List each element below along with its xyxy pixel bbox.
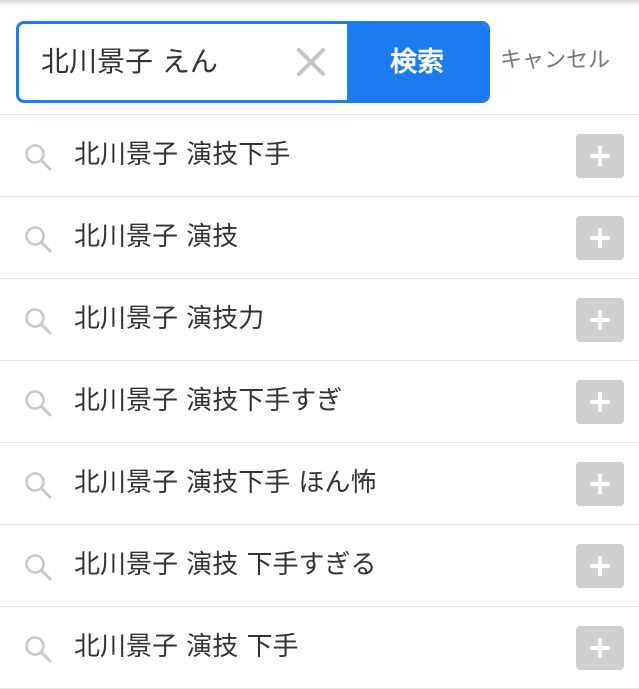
plus-icon	[590, 556, 610, 576]
suggestion-item[interactable]: 北川景子 演技下手すぎ	[0, 361, 639, 443]
suggestion-text: 北川景子 演技下手	[74, 140, 291, 170]
search-box: 検索	[16, 21, 490, 103]
search-icon	[24, 225, 52, 253]
search-icon	[24, 471, 52, 499]
plus-icon	[590, 228, 610, 248]
suggestion-list: 北川景子 演技下手 北川景子 演技 北川景子 演技力 北川景子 演技下手すぎ 北…	[0, 115, 639, 689]
search-bar: 検索 キャンセル	[0, 6, 639, 115]
suggestion-item[interactable]: 北川景子 演技力	[0, 279, 639, 361]
search-icon	[24, 307, 52, 335]
append-query-button[interactable]	[576, 298, 624, 342]
append-query-button[interactable]	[576, 380, 624, 424]
suggestion-item[interactable]: 北川景子 演技下手 ほん怖	[0, 443, 639, 525]
plus-icon	[590, 474, 610, 494]
suggestion-item[interactable]: 北川景子 演技下手	[0, 115, 639, 197]
append-query-button[interactable]	[576, 626, 624, 670]
search-button[interactable]: 検索	[347, 24, 487, 100]
append-query-button[interactable]	[576, 134, 624, 178]
suggestion-text: 北川景子 演技力	[74, 304, 265, 334]
plus-icon	[590, 392, 610, 412]
search-icon	[24, 553, 52, 581]
suggestion-text: 北川景子 演技 下手すぎる	[74, 550, 377, 580]
plus-icon	[590, 310, 610, 330]
plus-icon	[590, 638, 610, 658]
suggestion-item[interactable]: 北川景子 演技 下手	[0, 607, 639, 689]
suggestion-text: 北川景子 演技 下手	[74, 632, 299, 662]
suggestion-item[interactable]: 北川景子 演技 下手すぎる	[0, 525, 639, 607]
close-icon	[297, 48, 325, 76]
append-query-button[interactable]	[576, 216, 624, 260]
suggestion-text: 北川景子 演技下手すぎ	[74, 386, 343, 416]
cancel-button[interactable]: キャンセル	[500, 36, 630, 86]
plus-icon	[590, 146, 610, 166]
append-query-button[interactable]	[576, 544, 624, 588]
search-icon	[24, 635, 52, 663]
suggestion-item[interactable]: 北川景子 演技	[0, 197, 639, 279]
append-query-button[interactable]	[576, 462, 624, 506]
search-icon	[24, 389, 52, 417]
search-icon	[24, 143, 52, 171]
clear-button[interactable]	[291, 42, 331, 82]
suggestion-text: 北川景子 演技	[74, 222, 239, 252]
search-input[interactable]	[19, 24, 301, 100]
suggestion-text: 北川景子 演技下手 ほん怖	[74, 468, 377, 498]
